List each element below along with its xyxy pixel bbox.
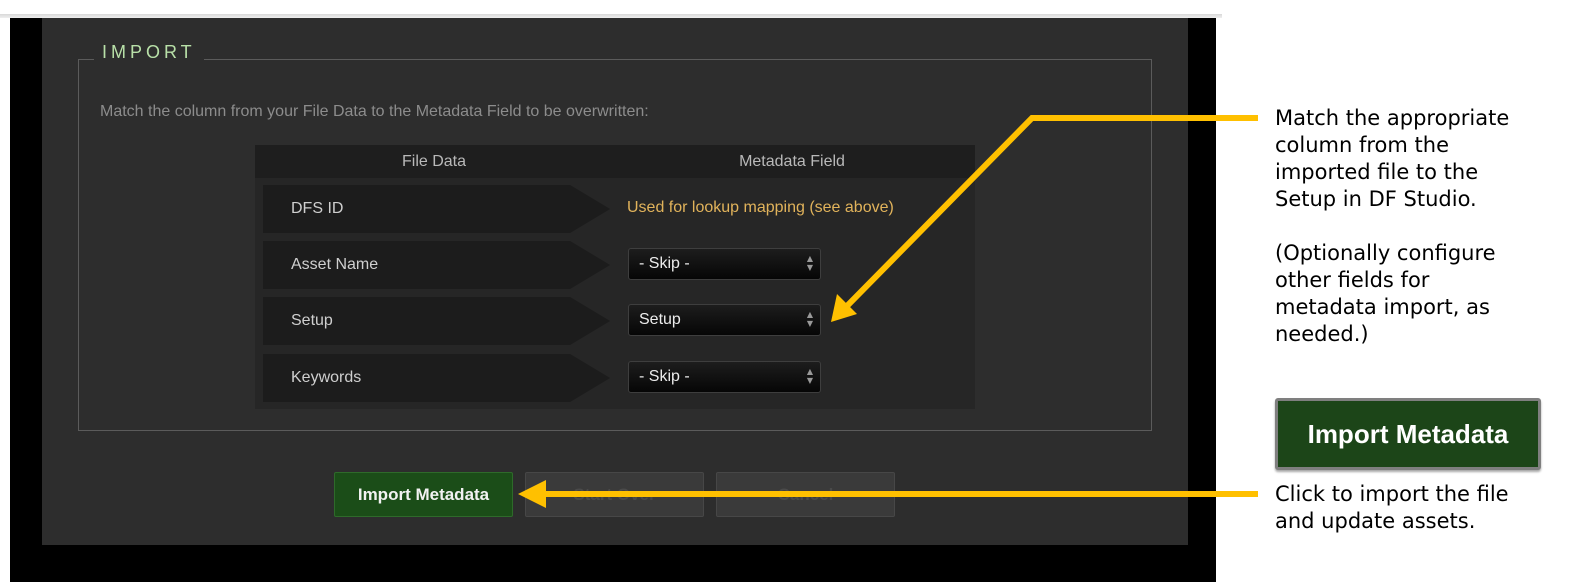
optional-callout: (Optionally configure other fields for m… — [1275, 240, 1496, 348]
callout-line: imported file to the — [1275, 160, 1479, 184]
header-file-data: File Data — [401, 153, 467, 170]
file-data-label: Setup — [291, 312, 333, 329]
import-legend: IMPORT — [94, 41, 204, 63]
file-data-label: Keywords — [291, 369, 362, 386]
callout-line: needed.) — [1275, 322, 1369, 346]
file-data-label: Asset Name — [291, 256, 379, 273]
select-value: Setup — [639, 311, 681, 328]
mapping-table-header: File Data Metadata Field — [255, 145, 975, 178]
start-over-button[interactable]: Start Over — [525, 472, 704, 517]
cancel-button[interactable]: Cancel — [716, 472, 895, 517]
import-metadata-button[interactable]: Import Metadata — [334, 472, 513, 517]
mapping-row: DFS ID Used for lookup mapping (see abov… — [263, 185, 975, 233]
select-updown-icon: ▲ ▼ — [806, 367, 814, 385]
header-metadata-field: Metadata Field — [739, 153, 845, 170]
lookup-mapping-text: Used for lookup mapping (see above) — [627, 199, 894, 216]
metadata-field-select[interactable]: Setup ▲ ▼ — [628, 304, 821, 336]
select-updown-icon: ▲ ▼ — [806, 310, 814, 328]
mapping-row: Setup Setup ▲ ▼ — [263, 297, 975, 345]
select-updown-icon: ▲ ▼ — [806, 254, 814, 272]
mapping-row: Keywords - Skip - ▲ ▼ — [263, 354, 975, 402]
select-value: - Skip - — [639, 368, 690, 385]
instruction-text: Match the column from your File Data to … — [100, 103, 649, 120]
callout-line: and update assets. — [1275, 509, 1476, 533]
metadata-field-select[interactable]: - Skip - ▲ ▼ — [628, 361, 821, 393]
select-value: - Skip - — [639, 255, 690, 272]
metadata-field-select[interactable]: - Skip - ▲ ▼ — [628, 248, 821, 280]
import-callout: Click to import the file and update asse… — [1275, 481, 1509, 535]
mapping-callout: Match the appropriate column from the im… — [1275, 105, 1509, 213]
callout-line: metadata import, as — [1275, 295, 1490, 319]
callout-line: Match the appropriate — [1275, 106, 1510, 130]
mapping-row: Asset Name - Skip - ▲ ▼ — [263, 241, 975, 289]
callout-line: (Optionally configure — [1275, 241, 1496, 265]
callout-line: other fields for — [1275, 268, 1430, 292]
callout-line: Click to import the file — [1275, 482, 1509, 506]
callout-line: column from the — [1275, 133, 1449, 157]
file-data-label: DFS ID — [291, 200, 344, 217]
callout-line: Setup in DF Studio. — [1275, 187, 1477, 211]
import-metadata-button-sample: Import Metadata — [1275, 398, 1541, 470]
mapping-table: File Data Metadata Field DFS ID Used for… — [255, 145, 975, 409]
